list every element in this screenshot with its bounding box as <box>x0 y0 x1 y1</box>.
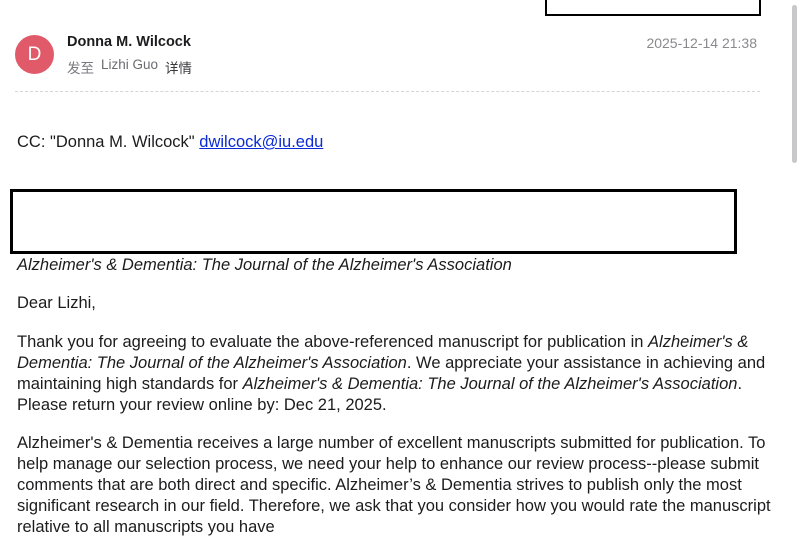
paragraph-review-guidance: Alzheimer's & Dementia receives a large … <box>17 434 771 536</box>
paragraph1-part1: Thank you for agreeing to evaluate the a… <box>17 333 649 351</box>
cc-email-link[interactable]: dwilcock@iu.edu <box>199 133 323 151</box>
scrollbar[interactable] <box>790 0 798 533</box>
clipped-subject-line <box>18 0 348 5</box>
cc-line: CC: "Donna M. Wilcock" dwilcock@iu.edu <box>17 132 777 153</box>
recipient-name[interactable]: Lizhi Guo <box>101 57 158 77</box>
avatar: D <box>15 35 54 74</box>
greeting: Dear Lizhi, <box>17 294 96 312</box>
header-divider <box>15 91 760 92</box>
avatar-letter: D <box>27 43 42 65</box>
timestamp: 2025-12-14 21:38 <box>646 35 757 51</box>
redaction-box-top <box>545 0 761 16</box>
paragraph1-journal2: Alzheimer's & Dementia: The Journal of t… <box>242 375 738 393</box>
cc-prefix: CC: "Donna M. Wilcock" <box>17 133 195 151</box>
journal-title: Alzheimer's & Dementia: The Journal of t… <box>17 256 512 274</box>
details-link[interactable]: 详情 <box>165 57 192 77</box>
paragraph-review-request: Thank you for agreeing to evaluate the a… <box>17 332 777 416</box>
scrollbar-thumb[interactable] <box>792 5 797 163</box>
recipient-line: 发至 Lizhi Guo 详情 <box>67 57 192 77</box>
to-prefix: 发至 <box>67 61 94 76</box>
redaction-box <box>10 189 737 254</box>
sender-name[interactable]: Donna M. Wilcock <box>67 34 191 50</box>
